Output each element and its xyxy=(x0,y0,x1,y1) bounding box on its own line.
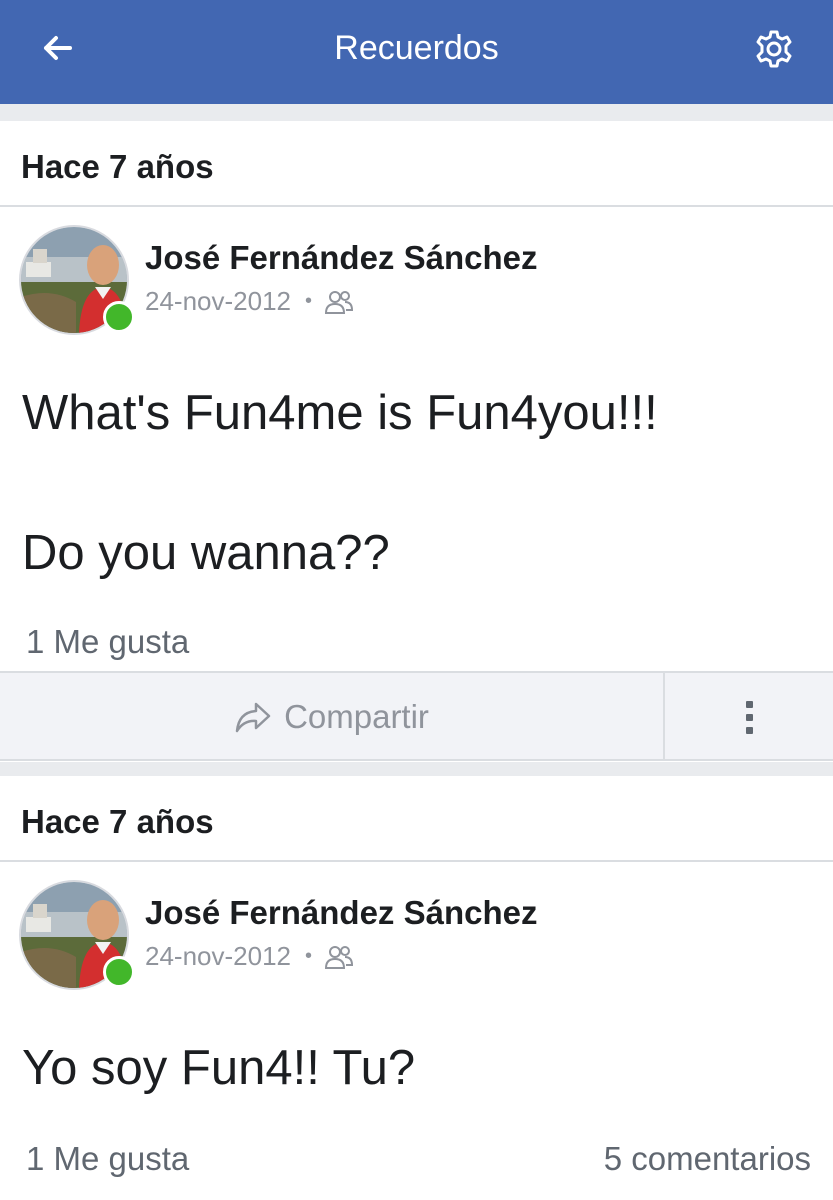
post-text-line: What's Fun4me is Fun4you!!! xyxy=(22,386,658,440)
share-button[interactable]: Compartir xyxy=(0,673,663,761)
memory-age-label: Hace 7 años xyxy=(21,148,214,185)
memory-card: Hace 7 años José Fernández Sánchez 24-no… xyxy=(0,121,833,762)
gear-icon xyxy=(756,30,792,68)
action-bar: Compartir xyxy=(0,671,833,761)
author-name[interactable]: José Fernández Sánchez xyxy=(145,239,537,277)
more-dot xyxy=(745,726,753,734)
top-bar: Recuerdos xyxy=(0,0,833,104)
share-label: Compartir xyxy=(284,698,429,735)
memory-card: Hace 7 años José Fernández Sánchez 24-no… xyxy=(0,776,833,1200)
post-date[interactable]: 24-nov-2012 xyxy=(145,286,291,317)
more-options-button[interactable] xyxy=(665,673,833,761)
post-text-line: Do you wanna?? xyxy=(22,526,390,580)
likes-count[interactable]: 1 Me gusta xyxy=(26,1140,189,1178)
friends-icon xyxy=(325,290,354,314)
post-meta: 24-nov-2012 • xyxy=(145,941,354,972)
settings-button[interactable] xyxy=(752,27,796,71)
post-meta: 24-nov-2012 • xyxy=(145,286,354,317)
online-status-indicator xyxy=(103,301,135,333)
friends-icon xyxy=(325,945,354,969)
memory-section-header: Hace 7 años xyxy=(0,121,833,207)
online-status-indicator xyxy=(103,956,135,988)
post-date[interactable]: 24-nov-2012 xyxy=(145,941,291,972)
more-dot xyxy=(745,713,753,721)
page-title: Recuerdos xyxy=(334,29,499,67)
likes-count[interactable]: 1 Me gusta xyxy=(26,623,189,661)
memory-section-header: Hace 7 años xyxy=(0,776,833,862)
memory-age-label: Hace 7 años xyxy=(21,803,214,840)
more-dot xyxy=(745,700,753,708)
share-arrow-icon xyxy=(235,702,271,733)
separator-dot: • xyxy=(305,945,313,967)
comments-count[interactable]: 5 comentarios xyxy=(604,1140,811,1178)
separator-dot: • xyxy=(305,290,313,312)
post-text-line: Yo soy Fun4!! Tu? xyxy=(22,1041,416,1095)
author-name[interactable]: José Fernández Sánchez xyxy=(145,894,537,932)
